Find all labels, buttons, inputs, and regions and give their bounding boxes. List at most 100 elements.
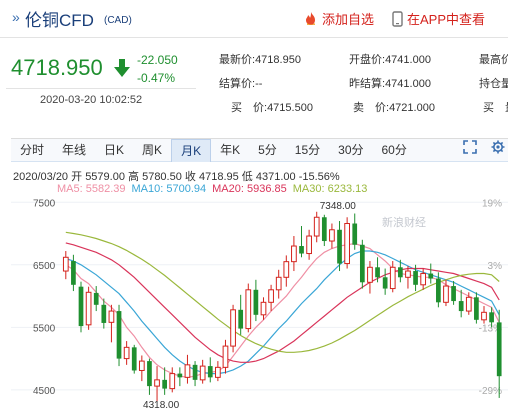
candle-body — [245, 289, 252, 330]
fields-col-1: 最新价:4718.950 结算价:-- 买 价:4715.500 — [219, 48, 313, 120]
candle-body — [71, 261, 76, 285]
page-subtitle: (CAD) — [104, 15, 132, 26]
candle — [123, 341, 130, 365]
candle — [367, 261, 373, 294]
tab-4[interactable]: 月K — [171, 139, 212, 162]
info-close: 4718.95 — [198, 171, 239, 183]
field-value: 4741.000 — [385, 54, 431, 66]
candle-body — [359, 244, 365, 283]
tab-6[interactable]: 5分 — [249, 139, 286, 162]
candle-body — [367, 266, 373, 283]
tab-7[interactable]: 15分 — [286, 139, 329, 162]
candle — [496, 309, 502, 398]
candle — [428, 263, 434, 284]
candle-info: 2020/03/20 开 5579.00 高 5780.50 收 4718.95… — [13, 168, 340, 184]
tab-3[interactable]: 周K — [133, 139, 171, 162]
current-price: 4718.950 — [11, 55, 103, 80]
candle-body — [481, 311, 487, 321]
kline-chart[interactable]: 750065005500450019%3%-13%-29%新浪财经7348.00… — [0, 196, 508, 411]
candle-body — [413, 271, 418, 285]
change-percent: -0.47% — [137, 71, 176, 85]
candle — [62, 251, 69, 280]
info-open-label: 开 — [71, 171, 83, 183]
price-change: -22.050 -0.47% — [137, 51, 178, 87]
candle — [253, 279, 259, 322]
tab-2[interactable]: 日K — [95, 139, 133, 162]
candle — [154, 366, 160, 402]
change-value: -22.050 — [137, 53, 178, 67]
candle — [184, 354, 191, 384]
candle-body — [489, 312, 494, 323]
ma-legend-item-3: MA30: 6233.13 — [292, 183, 368, 195]
candle-body — [260, 301, 267, 316]
add-watchlist-button[interactable]: 添加自选 — [303, 9, 374, 28]
tab-0[interactable]: 分时 — [11, 139, 53, 162]
candle — [451, 281, 456, 305]
ma-legend-item-0: MA5: 5582.39 — [57, 183, 126, 195]
field-bid-volume: 买 量: — [479, 96, 508, 120]
tab-8[interactable]: 30分 — [329, 139, 372, 162]
settings-icon[interactable] — [491, 140, 505, 154]
tab-1[interactable]: 年线 — [53, 139, 95, 162]
y-tick-label: 6500 — [33, 261, 56, 272]
field-label: 开盘价: — [349, 54, 386, 66]
quote-timestamp: 2020-03-20 10:02:52 — [40, 94, 143, 106]
view-in-app-label: 在APP中查看 — [407, 12, 486, 27]
flame-icon — [306, 11, 315, 25]
candle — [299, 226, 304, 258]
watermark: 新浪财经 — [382, 215, 426, 229]
candle-body — [405, 270, 411, 278]
candle-body — [93, 292, 99, 305]
title-arrow[interactable]: » — [12, 9, 20, 25]
y-tick-label: 5500 — [33, 323, 56, 334]
candle-body — [215, 366, 221, 378]
candle — [382, 268, 388, 295]
expand-icon[interactable] — [463, 140, 477, 154]
field-bid-price: 买 价:4715.500 — [219, 96, 313, 120]
candle — [116, 304, 122, 367]
candle-body — [123, 346, 130, 360]
candle-body — [397, 267, 403, 278]
candle — [260, 297, 267, 320]
field-value: 4718.950 — [255, 54, 301, 66]
fields-col-2: 开盘价:4741.000 昨结算:4741.000 卖 价:4721.000 — [349, 48, 435, 120]
field-value: 4721.000 — [389, 102, 435, 114]
y-tick-label: 4500 — [33, 386, 56, 397]
candle — [78, 281, 84, 333]
candle-body — [207, 366, 213, 378]
candle — [352, 213, 358, 250]
tab-9[interactable]: 60分 — [373, 139, 416, 162]
candle-body — [313, 216, 320, 237]
candle — [313, 211, 320, 243]
field-open-interest: 持仓量: — [479, 72, 508, 96]
candle-body — [344, 223, 350, 265]
field-label: 买 量: — [483, 102, 508, 114]
candle — [108, 304, 115, 343]
y-tick-label: 7500 — [33, 198, 56, 209]
candle — [238, 294, 244, 335]
candle — [85, 286, 92, 330]
fields-col-3: 最高价: 持仓量: 买 量: — [479, 48, 508, 120]
ma-line-ma30 — [65, 231, 500, 353]
candle-body — [375, 267, 380, 278]
candle — [268, 284, 274, 312]
ma-line-ma10 — [65, 250, 500, 375]
candle — [344, 217, 350, 269]
view-in-app-button[interactable]: 在APP中查看 — [392, 9, 485, 28]
candle-body — [177, 373, 183, 378]
candle-body — [420, 273, 427, 286]
candle — [359, 239, 365, 289]
field-settle-price: 结算价:-- — [219, 72, 313, 96]
candle-body — [154, 379, 160, 387]
tab-5[interactable]: 年K — [211, 139, 249, 162]
field-label: 买 价: — [231, 102, 268, 114]
ma-line-ma5 — [65, 242, 500, 379]
low-marker-label: 4318.00 — [143, 400, 180, 411]
add-watchlist-label: 添加自选 — [322, 12, 375, 27]
down-arrow-icon — [114, 59, 130, 77]
candle-body — [306, 235, 312, 255]
candle — [230, 304, 236, 353]
candle-body — [458, 301, 464, 312]
pct-tick-label: 3% — [488, 261, 503, 272]
field-value: 4715.500 — [267, 102, 313, 114]
